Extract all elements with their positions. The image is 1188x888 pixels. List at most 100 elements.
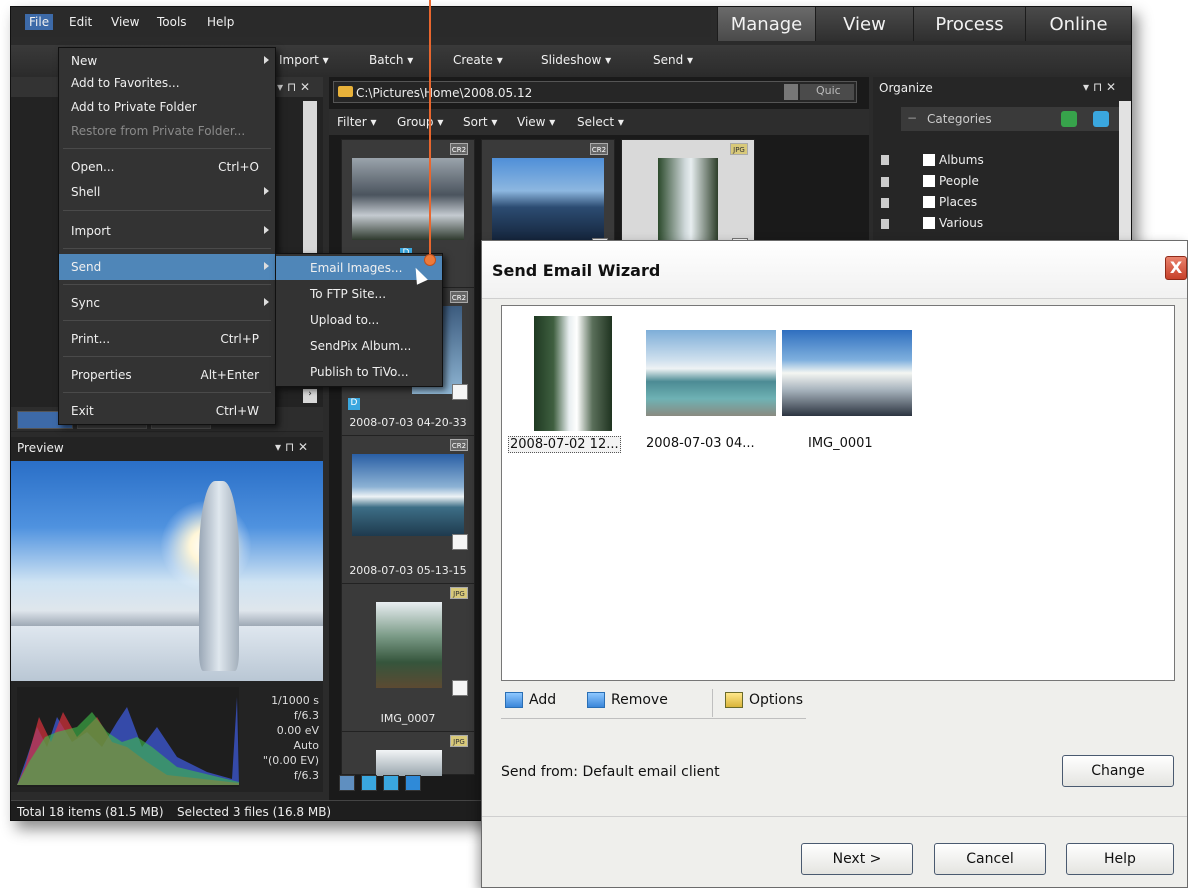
menu-item-label: Sync	[71, 296, 100, 310]
histogram-chart	[17, 687, 239, 787]
menu-separator	[63, 284, 271, 285]
batch-button[interactable]: Batch ▾	[369, 53, 413, 67]
menu-item-open[interactable]: Open... Ctrl+O	[59, 154, 275, 180]
import-button[interactable]: Import ▾	[279, 53, 329, 67]
menu-item-exit[interactable]: Exit Ctrl+W	[59, 398, 275, 424]
status-selected: Selected 3 files (16.8 MB)	[177, 805, 332, 819]
menu-item-label: SendPix Album...	[310, 339, 412, 353]
category-albums[interactable]: Albums	[923, 153, 984, 167]
cancel-button[interactable]: Cancel	[934, 843, 1046, 875]
path-bar[interactable]: C:\Pictures\Home\2008.05.12 Quic	[333, 81, 857, 103]
category-label: Albums	[939, 153, 984, 167]
category-places[interactable]: Places	[923, 195, 977, 209]
thumbnail-caption: IMG_0007	[380, 712, 436, 725]
thumbnail-cell[interactable]: CR2 2008-07-03 05-13-15	[341, 435, 475, 595]
tab-view[interactable]: View	[815, 7, 913, 41]
category-people[interactable]: People	[923, 174, 979, 188]
category-various[interactable]: Various	[923, 216, 983, 230]
menu-item-add-favorites[interactable]: Add to Favorites...	[59, 70, 275, 96]
jpg-badge: JPG	[450, 587, 468, 599]
selected-images-list[interactable]: 2008-07-02 12... 2008-07-03 04... IMG_00…	[501, 305, 1175, 681]
group-button[interactable]: Group ▾	[397, 115, 443, 129]
menu-item-properties[interactable]: Properties Alt+Enter	[59, 362, 275, 388]
menu-item-upload[interactable]: Upload to...	[276, 308, 442, 332]
menu-help[interactable]: Help	[207, 15, 234, 29]
pin-icon[interactable]	[881, 219, 889, 229]
slideshow-button[interactable]: Slideshow ▾	[541, 53, 611, 67]
tab-manage[interactable]: Manage	[717, 7, 815, 41]
tab-process[interactable]: Process	[913, 7, 1025, 41]
menu-item-sendpix[interactable]: SendPix Album...	[276, 334, 442, 358]
add-images-icon	[505, 692, 523, 708]
menu-shortcut: Ctrl+P	[220, 332, 259, 346]
thumbnail-cell[interactable]: JPG	[341, 731, 475, 776]
help-button[interactable]: Help	[1066, 843, 1174, 875]
options-button[interactable]: Options	[725, 692, 803, 708]
category-checkbox[interactable]	[923, 217, 935, 229]
folders-scrollbar[interactable]	[303, 101, 317, 271]
menu-item-label: Add to Favorites...	[71, 76, 180, 90]
menu-edit[interactable]: Edit	[69, 15, 92, 29]
category-checkbox[interactable]	[923, 154, 935, 166]
email-image-caption[interactable]: IMG_0001	[808, 436, 873, 451]
category-book-icon[interactable]	[1061, 111, 1077, 127]
menu-file[interactable]: File	[25, 14, 54, 30]
categories-header[interactable]: − Categories	[901, 107, 1119, 131]
add-category-icon[interactable]	[1093, 111, 1109, 127]
path-dropdown-icon[interactable]	[784, 84, 798, 100]
create-button[interactable]: Create ▾	[453, 53, 503, 67]
email-image-thumb[interactable]	[534, 316, 612, 431]
menu-tools[interactable]: Tools	[157, 15, 187, 29]
menu-item-send[interactable]: Send	[59, 254, 275, 280]
select-checkbox[interactable]	[452, 384, 468, 400]
organize-panel-controls-icon[interactable]: ▾ ⊓ ✕	[1083, 80, 1116, 94]
select-checkbox[interactable]	[452, 534, 468, 550]
rotate-left-icon[interactable]	[361, 775, 377, 791]
send-toolbar-button[interactable]: Send ▾	[653, 53, 693, 67]
organize-scrollbar[interactable]	[1119, 101, 1131, 247]
next-button[interactable]: Next >	[801, 843, 913, 875]
screenshot-stage: File Edit View Tools Help Manage View Pr…	[0, 0, 1188, 888]
email-image-thumb[interactable]	[782, 330, 912, 416]
remove-button[interactable]: Remove	[587, 692, 668, 708]
change-button[interactable]: Change	[1062, 755, 1174, 787]
select-checkbox[interactable]	[452, 680, 468, 696]
flag-icon: D	[348, 398, 360, 410]
thumbnail-cell[interactable]: JPG IMG_0007	[341, 583, 475, 743]
menu-item-import[interactable]: Import	[59, 218, 275, 244]
menu-view[interactable]: View	[111, 15, 139, 29]
email-image-thumb[interactable]	[646, 330, 776, 416]
collapse-icon[interactable]: −	[907, 111, 917, 125]
preview-panel-controls-icon[interactable]: ▾ ⊓ ✕	[275, 440, 308, 454]
slideshow-icon[interactable]	[339, 775, 355, 791]
sort-button[interactable]: Sort ▾	[463, 115, 497, 129]
rotate-right-icon[interactable]	[383, 775, 399, 791]
quick-search-input[interactable]: Quic	[800, 84, 854, 100]
exif-shutter: 1/1000 s	[271, 694, 319, 707]
add-button[interactable]: Add	[505, 692, 556, 708]
compare-icon[interactable]	[405, 775, 421, 791]
view-button[interactable]: View ▾	[517, 115, 555, 129]
category-checkbox[interactable]	[923, 196, 935, 208]
pin-icon[interactable]	[881, 177, 889, 187]
select-button[interactable]: Select ▾	[577, 115, 624, 129]
pin-icon[interactable]	[881, 198, 889, 208]
tab-online[interactable]: Online	[1025, 7, 1131, 41]
pin-icon[interactable]	[881, 155, 889, 165]
menu-item-tivo[interactable]: Publish to TiVo...	[276, 360, 442, 384]
folder-icon	[338, 86, 353, 97]
filter-button[interactable]: Filter ▾	[337, 115, 377, 129]
category-checkbox[interactable]	[923, 175, 935, 187]
menu-item-add-private[interactable]: Add to Private Folder	[59, 94, 275, 120]
close-icon[interactable]: X	[1165, 256, 1187, 280]
menu-item-shell[interactable]: Shell	[59, 179, 275, 205]
menu-item-print[interactable]: Print... Ctrl+P	[59, 326, 275, 352]
menu-item-sync[interactable]: Sync	[59, 290, 275, 316]
menu-item-label: Upload to...	[310, 313, 380, 327]
scroll-right-icon[interactable]: ›	[303, 389, 317, 403]
menu-item-ftp[interactable]: To FTP Site...	[276, 282, 442, 306]
remove-label: Remove	[611, 692, 668, 708]
panel-controls-icon[interactable]: ▾ ⊓ ✕	[277, 80, 310, 94]
email-image-caption[interactable]: 2008-07-02 12...	[508, 436, 621, 453]
email-image-caption[interactable]: 2008-07-03 04...	[646, 436, 755, 451]
